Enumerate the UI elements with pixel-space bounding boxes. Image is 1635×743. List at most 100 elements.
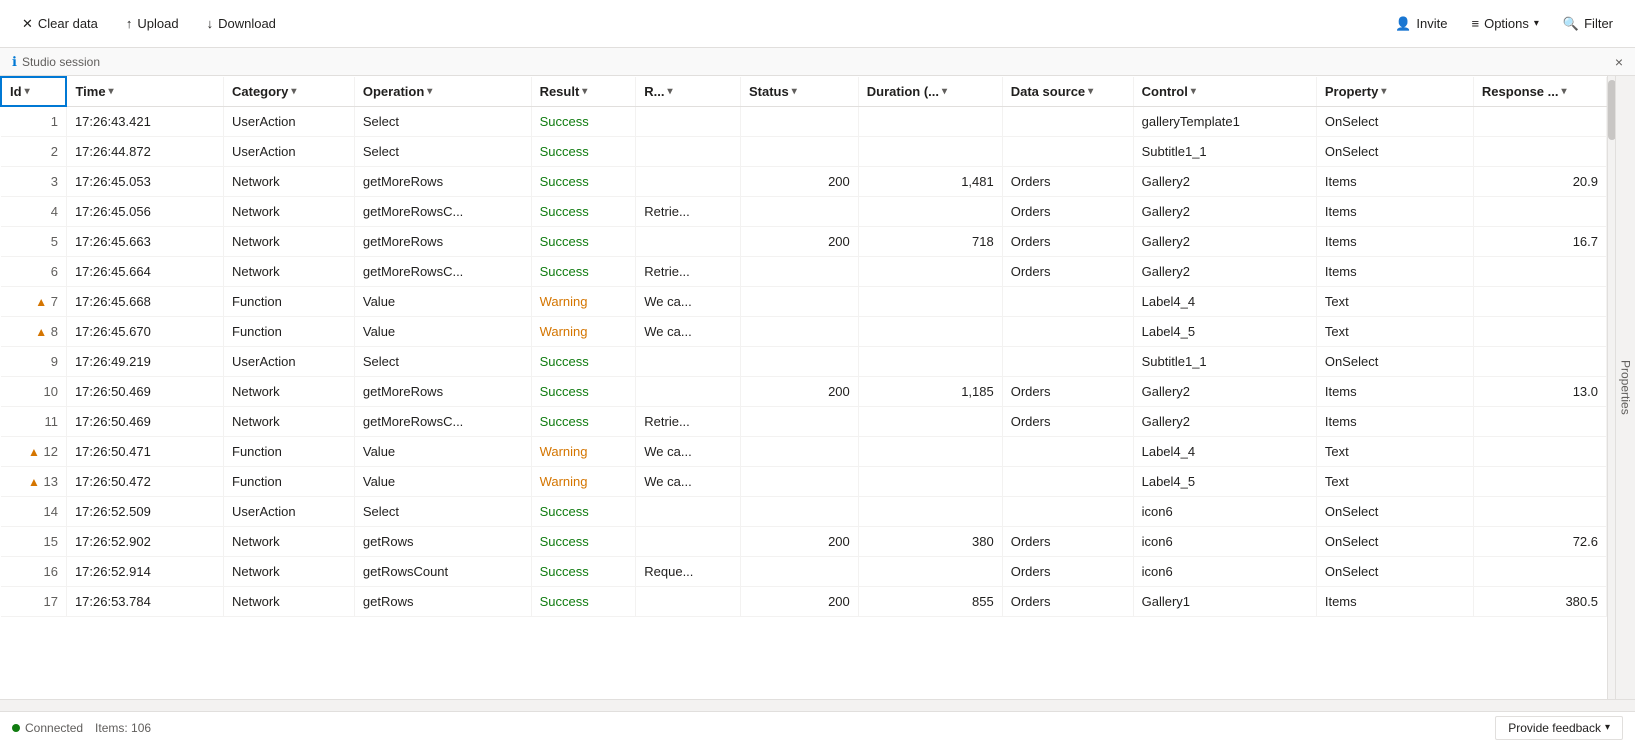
cell-result: Success bbox=[531, 556, 636, 586]
cell-operation: Select bbox=[354, 106, 531, 136]
table-row[interactable]: 6 17:26:45.664 Network getMoreRowsC... S… bbox=[1, 256, 1607, 286]
cell-status bbox=[740, 466, 858, 496]
download-button[interactable]: ↓ Download bbox=[197, 11, 286, 36]
scroll-inner bbox=[0, 700, 1635, 711]
cell-property: Items bbox=[1316, 226, 1473, 256]
close-button[interactable]: × bbox=[1615, 54, 1623, 70]
col-header-operation[interactable]: Operation▾ bbox=[354, 77, 531, 106]
cell-response: 16.7 bbox=[1473, 226, 1606, 256]
sort-icon-res: ▾ bbox=[582, 86, 587, 97]
cell-property: Items bbox=[1316, 406, 1473, 436]
sort-icon-ds: ▾ bbox=[1088, 86, 1093, 97]
cell-id: 3 bbox=[1, 166, 66, 196]
col-header-property[interactable]: Property▾ bbox=[1316, 77, 1473, 106]
cell-result: Success bbox=[531, 226, 636, 256]
data-table: Id▾ Time▾ Category▾ Operation▾ Result▾ bbox=[0, 76, 1607, 617]
col-header-time[interactable]: Time▾ bbox=[66, 77, 223, 106]
cell-operation: getMoreRows bbox=[354, 226, 531, 256]
table-row[interactable]: 3 17:26:45.053 Network getMoreRows Succe… bbox=[1, 166, 1607, 196]
cell-duration: 1,185 bbox=[858, 376, 1002, 406]
filter-label: Filter bbox=[1584, 16, 1613, 31]
cell-operation: Select bbox=[354, 496, 531, 526]
options-button[interactable]: ≡ Options ▾ bbox=[1461, 11, 1548, 36]
clear-icon: ✕ bbox=[22, 16, 33, 32]
table-row[interactable]: ▲ 7 17:26:45.668 Function Value Warning … bbox=[1, 286, 1607, 316]
cell-control: Gallery2 bbox=[1133, 256, 1316, 286]
cell-time: 17:26:50.469 bbox=[66, 406, 223, 436]
table-row[interactable]: ▲ 13 17:26:50.472 Function Value Warning… bbox=[1, 466, 1607, 496]
col-header-datasource[interactable]: Data source▾ bbox=[1002, 77, 1133, 106]
vertical-scrollbar[interactable] bbox=[1607, 76, 1615, 699]
invite-label: Invite bbox=[1416, 16, 1447, 31]
cell-duration bbox=[858, 196, 1002, 226]
cell-r bbox=[636, 376, 741, 406]
table-row[interactable]: ▲ 12 17:26:50.471 Function Value Warning… bbox=[1, 436, 1607, 466]
cell-property: Items bbox=[1316, 166, 1473, 196]
cell-status bbox=[740, 256, 858, 286]
col-header-control[interactable]: Control▾ bbox=[1133, 77, 1316, 106]
cell-duration bbox=[858, 436, 1002, 466]
provide-feedback-button[interactable]: Provide feedback ▾ bbox=[1495, 716, 1623, 740]
col-header-r[interactable]: R...▾ bbox=[636, 77, 741, 106]
horizontal-scrollbar[interactable] bbox=[0, 699, 1635, 711]
cell-category: Network bbox=[224, 586, 355, 616]
table-row[interactable]: 15 17:26:52.902 Network getRows Success … bbox=[1, 526, 1607, 556]
invite-button[interactable]: 👤 Invite bbox=[1385, 11, 1457, 37]
cell-id: 16 bbox=[1, 556, 66, 586]
filter-button[interactable]: 🔍 Filter bbox=[1553, 11, 1623, 37]
cell-control: icon6 bbox=[1133, 496, 1316, 526]
table-row[interactable]: 16 17:26:52.914 Network getRowsCount Suc… bbox=[1, 556, 1607, 586]
table-row[interactable]: 9 17:26:49.219 UserAction Select Success… bbox=[1, 346, 1607, 376]
cell-category: Network bbox=[224, 526, 355, 556]
col-header-category[interactable]: Category▾ bbox=[224, 77, 355, 106]
session-text: Studio session bbox=[22, 55, 100, 69]
table-container[interactable]: Id▾ Time▾ Category▾ Operation▾ Result▾ bbox=[0, 76, 1607, 699]
cell-r bbox=[636, 496, 741, 526]
upload-button[interactable]: ↑ Upload bbox=[116, 11, 189, 36]
col-header-result[interactable]: Result▾ bbox=[531, 77, 636, 106]
cell-time: 17:26:52.914 bbox=[66, 556, 223, 586]
cell-time: 17:26:50.469 bbox=[66, 376, 223, 406]
sort-icon-resp: ▾ bbox=[1561, 86, 1566, 97]
sort-icon-id: ▾ bbox=[25, 86, 30, 97]
cell-status bbox=[740, 316, 858, 346]
table-row[interactable]: 4 17:26:45.056 Network getMoreRowsC... S… bbox=[1, 196, 1607, 226]
cell-status bbox=[740, 286, 858, 316]
clear-data-button[interactable]: ✕ Clear data bbox=[12, 11, 108, 37]
session-label: ℹ Studio session bbox=[12, 54, 100, 70]
col-header-response[interactable]: Response ...▾ bbox=[1473, 77, 1606, 106]
cell-datasource: Orders bbox=[1002, 196, 1133, 226]
cell-control: Gallery1 bbox=[1133, 586, 1316, 616]
cell-id: ▲ 13 bbox=[1, 466, 66, 496]
table-row[interactable]: 11 17:26:50.469 Network getMoreRowsC... … bbox=[1, 406, 1607, 436]
clear-label: Clear data bbox=[38, 16, 98, 31]
sort-icon-prop: ▾ bbox=[1381, 86, 1386, 97]
col-header-status[interactable]: Status▾ bbox=[740, 77, 858, 106]
warning-icon: ▲ bbox=[35, 295, 47, 309]
info-icon: ℹ bbox=[12, 54, 17, 70]
table-row[interactable]: ▲ 8 17:26:45.670 Function Value Warning … bbox=[1, 316, 1607, 346]
table-row[interactable]: 2 17:26:44.872 UserAction Select Success… bbox=[1, 136, 1607, 166]
cell-result: Success bbox=[531, 166, 636, 196]
cell-datasource: Orders bbox=[1002, 376, 1133, 406]
table-row[interactable]: 1 17:26:43.421 UserAction Select Success… bbox=[1, 106, 1607, 136]
properties-panel-tab[interactable]: Properties bbox=[1615, 76, 1635, 699]
cell-id: 9 bbox=[1, 346, 66, 376]
cell-control: Subtitle1_1 bbox=[1133, 136, 1316, 166]
table-row[interactable]: 10 17:26:50.469 Network getMoreRows Succ… bbox=[1, 376, 1607, 406]
cell-result: Warning bbox=[531, 316, 636, 346]
table-row[interactable]: 14 17:26:52.509 UserAction Select Succes… bbox=[1, 496, 1607, 526]
cell-property: OnSelect bbox=[1316, 136, 1473, 166]
cell-id: 5 bbox=[1, 226, 66, 256]
cell-duration bbox=[858, 136, 1002, 166]
col-header-duration[interactable]: Duration (...▾ bbox=[858, 77, 1002, 106]
cell-property: OnSelect bbox=[1316, 556, 1473, 586]
options-chevron-icon: ▾ bbox=[1534, 18, 1539, 29]
table-row[interactable]: 5 17:26:45.663 Network getMoreRows Succe… bbox=[1, 226, 1607, 256]
sort-icon-dur: ▾ bbox=[942, 86, 947, 97]
col-header-id[interactable]: Id▾ bbox=[1, 77, 66, 106]
cell-id: ▲ 8 bbox=[1, 316, 66, 346]
table-row[interactable]: 17 17:26:53.784 Network getRows Success … bbox=[1, 586, 1607, 616]
cell-duration bbox=[858, 346, 1002, 376]
cell-datasource: Orders bbox=[1002, 406, 1133, 436]
